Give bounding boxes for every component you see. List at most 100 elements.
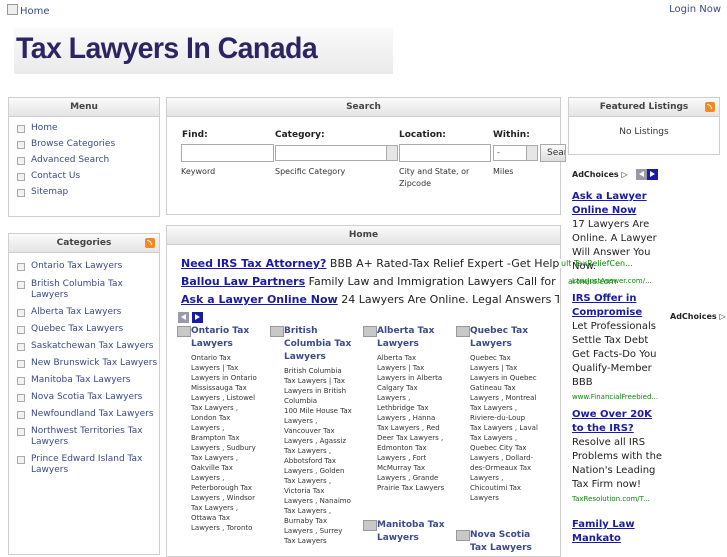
ad-next-arrow-icon[interactable]: [647, 169, 658, 180]
site-banner[interactable]: Tax Lawyers In Canada: [14, 28, 393, 74]
categories-box: Categories Ontario Tax Lawyers British C…: [8, 233, 160, 555]
ad-prev-arrow-icon[interactable]: [178, 312, 189, 323]
ad-prev-arrow-icon[interactable]: [636, 169, 647, 180]
adchoices-label[interactable]: AdChoices ▷: [670, 312, 726, 321]
menu-item-sitemap[interactable]: Sitemap: [17, 187, 159, 198]
ad-next-arrow-icon[interactable]: [192, 312, 203, 323]
province-title[interactable]: Quebec Tax Lawyers: [470, 325, 538, 351]
province-title[interactable]: British Columbia Tax Lawyers: [284, 325, 352, 364]
home-link[interactable]: Home: [7, 4, 50, 17]
keyword-hint: Keyword: [181, 167, 216, 176]
category-item[interactable]: New Brunswick Tax Lawyers: [17, 358, 159, 369]
featured-empty: No Listings: [619, 127, 669, 137]
folder-icon: [363, 326, 377, 337]
menu-item-advanced-search[interactable]: Advanced Search: [17, 155, 159, 166]
location-label: Location:: [399, 130, 446, 140]
province-description: Alberta Tax Lawyers | Tax Lawyers in Alb…: [377, 354, 443, 382]
province-description: Quebec Tax Lawyers | Tax Lawyers in Queb…: [470, 354, 537, 382]
menu-item-browse-categories[interactable]: Browse Categories: [17, 139, 159, 150]
category-item[interactable]: Newfoundland Tax Lawyers: [17, 409, 159, 420]
province-title[interactable]: Manitoba Tax Lawyers: [377, 519, 445, 545]
province-city-links[interactable]: 100 Mile House Tax Lawyers , Vancouver T…: [284, 406, 352, 546]
category-item[interactable]: British Columbia Tax Lawyers: [17, 279, 159, 301]
province-block: Alberta Tax Lawyers Alberta Tax Lawyers …: [363, 325, 445, 493]
menu-list: Home Browse Categories Advanced Search C…: [9, 123, 159, 198]
province-city-links[interactable]: Gatineau Tax Lawyers , Montreal Tax Lawy…: [470, 383, 538, 503]
adchoices-text: AdChoices: [572, 170, 619, 179]
folder-icon: [270, 326, 284, 337]
rss-icon[interactable]: [145, 238, 155, 248]
chevron-down-icon: [386, 146, 397, 160]
top-bar: Home Login Now: [0, 0, 727, 20]
category-item[interactable]: Saskatchewan Tax Lawyers: [17, 341, 159, 352]
category-hint: Specific Category: [275, 167, 346, 176]
category-item[interactable]: Ontario Tax Lawyers: [17, 261, 159, 272]
ad-url[interactable]: Law.JustAnswer.com/...: [572, 274, 666, 288]
menu-item-home[interactable]: Home: [17, 123, 159, 134]
ad-url[interactable]: www.FinancialFreebied...: [572, 390, 666, 404]
text-ad[interactable]: Need IRS Tax Attorney? BBB A+ Rated-Tax …: [181, 257, 559, 270]
ad-text: Family Law and Immigration Lawyers Call …: [308, 275, 559, 288]
home-link-label: Home: [20, 6, 50, 17]
folder-icon: [363, 520, 377, 531]
ad-title[interactable]: Owe Over 20K to the IRS?: [572, 408, 666, 436]
category-item[interactable]: Alberta Tax Lawyers: [17, 307, 159, 318]
province-block: British Columbia Tax Lawyers British Col…: [270, 325, 352, 546]
province-title[interactable]: Alberta Tax Lawyers: [377, 325, 445, 351]
find-label: Find:: [182, 130, 208, 140]
category-item[interactable]: Prince Edward Island Tax Lawyers: [17, 454, 159, 476]
folder-icon: [456, 326, 470, 337]
sidebar-ad[interactable]: Owe Over 20K to the IRS? Resolve all IRS…: [572, 408, 666, 506]
sidebar-ad[interactable]: Ask a Lawyer Online Now 17 Lawyers Are O…: [572, 190, 666, 288]
text-ad[interactable]: Ask a Lawyer Online Now 24 Lawyers Are O…: [181, 293, 559, 306]
province-title[interactable]: Nova Scotia Tax Lawyers: [470, 529, 538, 555]
province-block: Quebec Tax Lawyers Quebec Tax Lawyers | …: [456, 325, 538, 503]
location-input[interactable]: [399, 144, 491, 162]
sidebar-ad[interactable]: IRS Offer in Compromise Let Professional…: [572, 292, 666, 404]
ad-title[interactable]: IRS Offer in Compromise: [572, 292, 666, 320]
rss-icon[interactable]: [705, 102, 715, 112]
ad-url[interactable]: TaxResolution.com/T...: [572, 492, 666, 506]
category-item[interactable]: Manitoba Tax Lawyers: [17, 375, 159, 386]
province-city-links[interactable]: Mississauga Tax Lawyers , Listowel Tax L…: [191, 383, 259, 533]
category-item[interactable]: Nova Scotia Tax Lawyers: [17, 392, 159, 403]
ad-text: 24 Lawyers Are Online. Legal Answers Tod…: [341, 293, 559, 306]
province-title[interactable]: Ontario Tax Lawyers: [191, 325, 259, 351]
category-select[interactable]: [275, 145, 398, 161]
ad-title[interactable]: Family Law Mankato: [572, 518, 666, 546]
category-item[interactable]: Quebec Tax Lawyers: [17, 324, 159, 335]
province-city-links[interactable]: Calgary Tax Lawyers , Lethbridge Tax Law…: [377, 383, 445, 493]
chevron-down-icon: [526, 146, 537, 160]
sidebar-ad[interactable]: Family Law Mankato: [572, 518, 666, 546]
categories-list: Ontario Tax Lawyers British Columbia Tax…: [9, 261, 159, 476]
categories-header: Categories: [9, 234, 159, 253]
folder-icon: [456, 530, 470, 541]
menu-box: Menu Home Browse Categories Advanced Sea…: [8, 97, 160, 217]
site-title: Tax Lawyers In Canada: [16, 32, 318, 65]
ad-text: Resolve all IRS Problems with the Nation…: [572, 437, 663, 490]
ad-text: 17 Lawyers Are Online. A Lawyer Will Ans…: [572, 219, 657, 272]
province-block: Nova Scotia Tax Lawyers: [456, 529, 538, 555]
within-value: -: [497, 148, 500, 157]
featured-header: Featured Listings: [569, 98, 719, 117]
within-select[interactable]: -: [493, 145, 538, 161]
keyword-input[interactable]: [181, 144, 274, 162]
search-button[interactable]: Search: [540, 144, 566, 162]
ad-title[interactable]: Ask a Lawyer Online Now: [181, 293, 338, 306]
featured-title: Featured Listings: [599, 102, 689, 112]
ad-title[interactable]: Ask a Lawyer Online Now: [572, 190, 666, 218]
province-description: British Columbia Tax Lawyers | Tax Lawye…: [284, 367, 347, 405]
menu-item-contact-us[interactable]: Contact Us: [17, 171, 159, 182]
home-header: Home: [167, 226, 560, 245]
ad-text: BBB A+ Rated-Tax Relief Expert -Get Help…: [329, 257, 559, 270]
province-block: Ontario Tax Lawyers Ontario Tax Lawyers …: [177, 325, 259, 533]
province-block: Manitoba Tax Lawyers: [363, 519, 445, 545]
ad-title[interactable]: Need IRS Tax Attorney?: [181, 257, 326, 270]
ad-title[interactable]: Ballou Law Partners: [181, 275, 305, 288]
text-ad[interactable]: Ballou Law Partners Family Law and Immig…: [181, 275, 559, 288]
login-link[interactable]: Login Now: [669, 4, 721, 15]
category-item[interactable]: Northwest Territories Tax Lawyers: [17, 426, 159, 448]
adchoices-label[interactable]: AdChoices ▷: [572, 170, 628, 179]
categories-title: Categories: [56, 238, 112, 248]
menu-header: Menu: [9, 98, 159, 117]
